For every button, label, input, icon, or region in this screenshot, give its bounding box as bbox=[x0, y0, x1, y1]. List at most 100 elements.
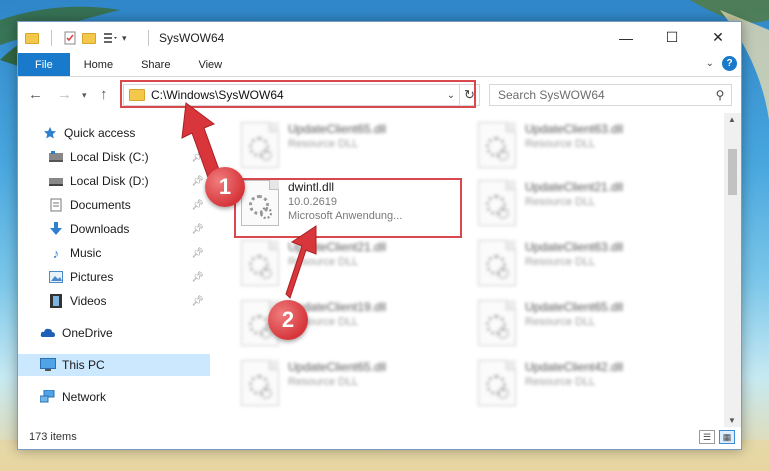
window-controls: — ☐ ✕ bbox=[603, 22, 741, 53]
quick-access-toolbar: ▾ bbox=[18, 29, 155, 46]
sidebar-item-label: Pictures bbox=[70, 270, 114, 284]
pin-icon[interactable]: 📌︎ bbox=[191, 152, 204, 163]
minimize-button[interactable]: — bbox=[603, 22, 649, 53]
file-item[interactable]: UpdateClient65.dll Resource DLL bbox=[478, 298, 703, 356]
scroll-up-icon[interactable]: ▲ bbox=[728, 115, 736, 124]
expand-ribbon-icon[interactable]: ⌄ bbox=[706, 58, 714, 69]
file-name: UpdateClient63.dll bbox=[525, 122, 624, 136]
scroll-thumb[interactable] bbox=[728, 149, 737, 195]
sidebar-item-label: Quick access bbox=[64, 126, 136, 140]
drive-icon bbox=[48, 174, 64, 188]
close-button[interactable]: ✕ bbox=[695, 22, 741, 53]
sidebar-item-music[interactable]: ♪ Music 📌︎ bbox=[18, 242, 210, 264]
file-description: Resource DLL bbox=[525, 138, 596, 150]
tab-view[interactable]: View bbox=[184, 53, 236, 76]
search-icon[interactable]: ⚲ bbox=[709, 88, 731, 102]
file-name: UpdateClient21.dll bbox=[288, 240, 387, 254]
sidebar-item-local-disk-c[interactable]: Local Disk (C:) 📌︎ bbox=[18, 146, 210, 168]
sidebar-item-videos[interactable]: Videos 📌︎ bbox=[18, 290, 210, 312]
sidebar-item-downloads[interactable]: Downloads 📌︎ bbox=[18, 218, 210, 240]
file-description: Resource DLL bbox=[288, 138, 359, 150]
pin-icon[interactable]: 📌︎ bbox=[191, 296, 204, 307]
cloud-icon bbox=[40, 326, 56, 340]
pin-icon[interactable]: 📌︎ bbox=[191, 272, 204, 283]
tab-share[interactable]: Share bbox=[127, 53, 184, 76]
pin-icon[interactable]: 📌︎ bbox=[191, 176, 204, 187]
sidebar-item-documents[interactable]: Documents 📌︎ bbox=[18, 194, 210, 216]
pin-icon[interactable]: 📌︎ bbox=[191, 200, 204, 211]
file-name: UpdateClient63.dll bbox=[525, 240, 624, 254]
dropdown-icon[interactable]: ▾ bbox=[122, 30, 138, 46]
pin-icon[interactable]: 📌︎ bbox=[191, 248, 204, 259]
ribbon-right: ⌄ ? bbox=[706, 56, 737, 71]
view-toggle: ☰ ▦ bbox=[699, 430, 735, 444]
up-arrow-icon[interactable]: ↑ bbox=[100, 86, 108, 103]
address-highlight-box bbox=[120, 80, 476, 108]
dll-file-icon bbox=[241, 240, 279, 286]
picture-icon bbox=[48, 270, 64, 284]
file-item[interactable]: UpdateClient42.dll Resource DLL bbox=[478, 358, 703, 416]
scroll-down-icon[interactable]: ▼ bbox=[728, 416, 736, 425]
tiles-view-icon[interactable]: ▦ bbox=[719, 430, 735, 444]
sidebar-item-label: Music bbox=[70, 246, 102, 260]
file-description: Resource DLL bbox=[525, 256, 596, 268]
sidebar-item-label: Documents bbox=[70, 198, 131, 212]
sidebar-item-local-disk-d[interactable]: Local Disk (D:) 📌︎ bbox=[18, 170, 210, 192]
search-placeholder: Search SysWOW64 bbox=[498, 88, 605, 102]
new-folder-icon[interactable] bbox=[82, 30, 98, 46]
sidebar-item-label: OneDrive bbox=[62, 326, 113, 340]
file-item[interactable]: UpdateClient63.dll Resource DLL bbox=[478, 120, 703, 178]
sidebar-item-onedrive[interactable]: OneDrive bbox=[18, 322, 210, 344]
file-name: UpdateClient65.dll bbox=[288, 360, 387, 374]
file-item[interactable]: UpdateClient63.dll Resource DLL bbox=[478, 238, 703, 296]
title-bar: ▾ SysWOW64 — ☐ ✕ bbox=[18, 22, 741, 53]
recent-locations-icon[interactable]: ▾ bbox=[82, 90, 87, 101]
search-input[interactable]: Search SysWOW64 ⚲ bbox=[489, 84, 732, 106]
sidebar-item-label: Downloads bbox=[70, 222, 130, 236]
customize-toolbar-icon[interactable] bbox=[102, 30, 118, 46]
dll-file-icon bbox=[241, 122, 279, 168]
back-arrow-icon[interactable]: ← bbox=[28, 86, 43, 103]
file-item[interactable]: UpdateClient65.dll Resource DLL bbox=[241, 120, 466, 178]
properties-icon[interactable] bbox=[62, 30, 78, 46]
help-icon[interactable]: ? bbox=[722, 56, 737, 71]
download-icon bbox=[48, 222, 64, 236]
sidebar-item-quick-access[interactable]: Quick access bbox=[18, 122, 210, 144]
window-title: SysWOW64 bbox=[159, 30, 225, 45]
video-icon bbox=[48, 294, 64, 308]
file-name: UpdateClient65.dll bbox=[525, 300, 624, 314]
star-icon bbox=[42, 126, 58, 140]
forward-arrow-icon[interactable]: → bbox=[57, 86, 72, 103]
file-highlight-box bbox=[234, 178, 462, 238]
sidebar-item-label: Videos bbox=[70, 294, 107, 308]
pin-icon[interactable]: 📌︎ bbox=[191, 224, 204, 235]
computer-icon bbox=[40, 358, 56, 372]
file-item[interactable]: UpdateClient21.dll Resource DLL bbox=[478, 178, 703, 236]
sidebar-item-pictures[interactable]: Pictures 📌︎ bbox=[18, 266, 210, 288]
document-icon bbox=[48, 198, 64, 212]
file-description: Resource DLL bbox=[525, 376, 596, 388]
sidebar-item-label: Local Disk (C:) bbox=[70, 150, 149, 164]
drive-icon bbox=[48, 150, 64, 164]
music-icon: ♪ bbox=[52, 245, 60, 261]
dll-file-icon bbox=[241, 360, 279, 406]
vertical-scrollbar[interactable]: ▲ ▼ bbox=[724, 113, 741, 427]
dll-file-icon bbox=[478, 180, 516, 226]
tab-file[interactable]: File bbox=[18, 53, 70, 76]
item-count: 173 items bbox=[29, 431, 77, 443]
sidebar-item-this-pc[interactable]: This PC bbox=[18, 354, 210, 376]
navigation-pane: Quick access Local Disk (C:) 📌︎ Local Di… bbox=[18, 118, 213, 418]
tab-home[interactable]: Home bbox=[70, 53, 127, 76]
file-item[interactable]: UpdateClient65.dll Resource DLL bbox=[241, 358, 466, 416]
maximize-button[interactable]: ☐ bbox=[649, 22, 695, 53]
sidebar-item-label: Local Disk (D:) bbox=[70, 174, 149, 188]
details-view-icon[interactable]: ☰ bbox=[699, 430, 715, 444]
toolbar-divider bbox=[51, 29, 52, 46]
dll-file-icon bbox=[478, 300, 516, 346]
file-description: Resource DLL bbox=[525, 316, 596, 328]
network-icon bbox=[40, 390, 56, 404]
sidebar-item-network[interactable]: Network bbox=[18, 386, 210, 408]
step-1-badge: 1 bbox=[205, 167, 245, 207]
file-item[interactable]: UpdateClient21.dll Resource DLL bbox=[241, 238, 466, 296]
ribbon-tabs: File Home Share View ⌄ ? bbox=[18, 53, 741, 77]
